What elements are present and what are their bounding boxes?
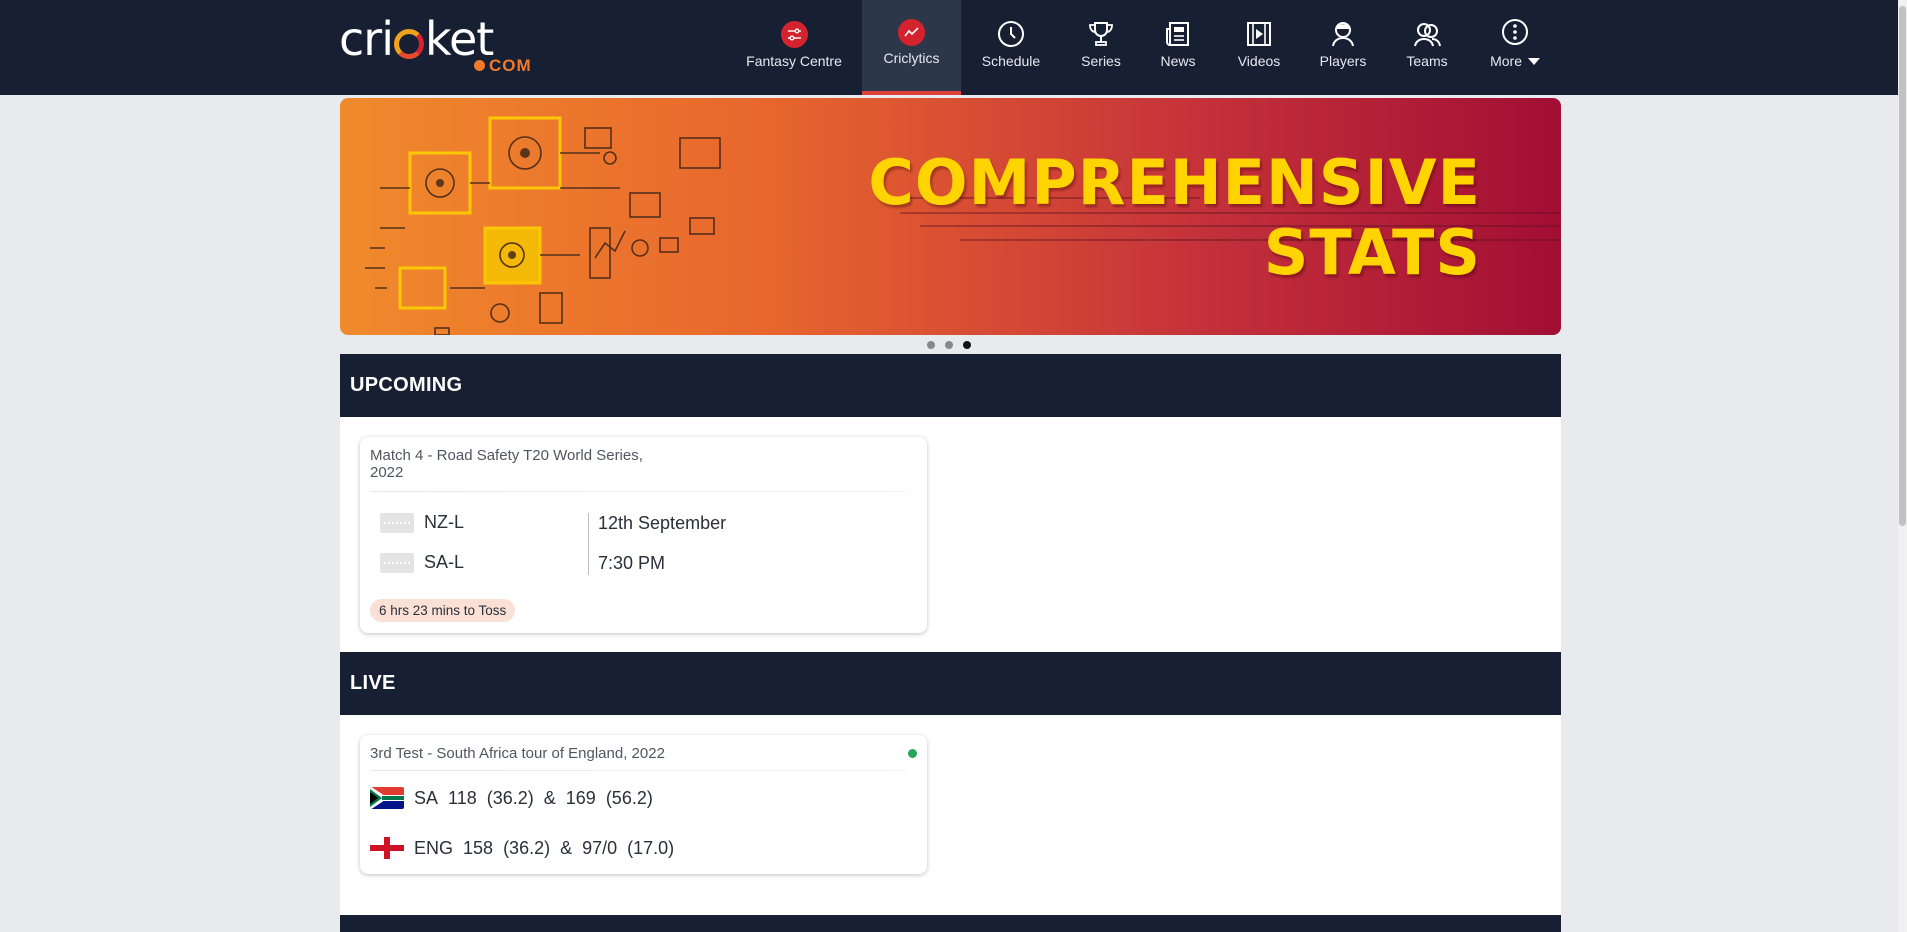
trophy-icon — [1089, 22, 1113, 46]
team-icon — [1414, 23, 1441, 47]
upcoming-section-body: Match 4 - Road Safety T20 World Series, … — [340, 417, 1561, 652]
card-divider — [370, 770, 907, 771]
south-africa-flag-icon — [370, 787, 404, 809]
cricket-com-logo[interactable]: cri ket COM — [339, 16, 539, 75]
flag-placeholder-icon — [380, 512, 414, 533]
nav-news[interactable]: News — [1150, 0, 1206, 95]
page-scrollbar[interactable] — [1898, 0, 1907, 932]
analytics-illustration — [365, 116, 721, 335]
banner-headline: COMPREHENSIVE STATS — [868, 146, 1481, 289]
newspaper-icon — [1166, 22, 1189, 46]
team-row: SA-L — [380, 552, 464, 573]
match-date: 12th September — [598, 513, 727, 533]
nav-criclytics[interactable]: Criclytics — [862, 0, 961, 95]
top-navbar: cri ket COM Fantasy Centre Criclytics Sch… — [0, 0, 1898, 95]
england-flag-icon — [370, 837, 404, 859]
trend-line-icon — [898, 18, 925, 46]
carousel-dot[interactable] — [927, 341, 935, 349]
nav-more[interactable]: More — [1480, 0, 1550, 95]
match-title: Match 4 - Road Safety T20 World Series, … — [370, 447, 643, 481]
card-divider — [370, 491, 907, 492]
team-row: NZ-L — [380, 512, 464, 533]
nav-teams[interactable]: Teams — [1398, 0, 1456, 95]
logo-ring-icon — [393, 29, 424, 59]
live-section-header: LIVE — [340, 652, 1561, 715]
upcoming-match-card[interactable]: Match 4 - Road Safety T20 World Series, … — [360, 437, 927, 633]
flag-placeholder-icon — [380, 552, 414, 573]
film-icon — [1247, 22, 1271, 46]
vertical-divider — [588, 513, 589, 575]
match-time: 7:30 PM — [598, 553, 666, 573]
match-title: 3rd Test - South Africa tour of England,… — [370, 745, 665, 762]
more-vertical-icon — [1502, 19, 1528, 45]
live-indicator-icon — [908, 749, 917, 758]
nav-series[interactable]: Series — [1070, 0, 1132, 95]
upcoming-section-header: UPCOMING — [340, 354, 1561, 417]
carousel-dot[interactable] — [945, 341, 953, 349]
score-row-sa: SA 118 (36.2) & 169 (56.2) — [370, 787, 653, 809]
player-icon — [1332, 22, 1354, 47]
scrollbar-thumb[interactable] — [1899, 6, 1906, 526]
live-section-body: 3rd Test - South Africa tour of England,… — [340, 715, 1561, 915]
score-row-eng: ENG 158 (36.2) & 97/0 (17.0) — [370, 837, 674, 859]
caret-down-icon — [1527, 58, 1540, 65]
sliders-icon — [780, 20, 808, 48]
nav-fantasy-centre[interactable]: Fantasy Centre — [733, 0, 855, 95]
carousel-indicators — [927, 341, 971, 349]
promo-banner[interactable]: COMPREHENSIVE STATS — [340, 98, 1561, 335]
carousel-dot-active[interactable] — [963, 341, 971, 349]
live-match-card[interactable]: 3rd Test - South Africa tour of England,… — [360, 735, 927, 874]
clock-icon — [998, 21, 1024, 47]
toss-countdown-badge: 6 hrs 23 mins to Toss — [370, 599, 516, 622]
nav-videos[interactable]: Videos — [1226, 0, 1292, 95]
nav-players[interactable]: Players — [1313, 0, 1373, 95]
next-section-header — [340, 915, 1561, 932]
nav-schedule[interactable]: Schedule — [970, 0, 1052, 95]
